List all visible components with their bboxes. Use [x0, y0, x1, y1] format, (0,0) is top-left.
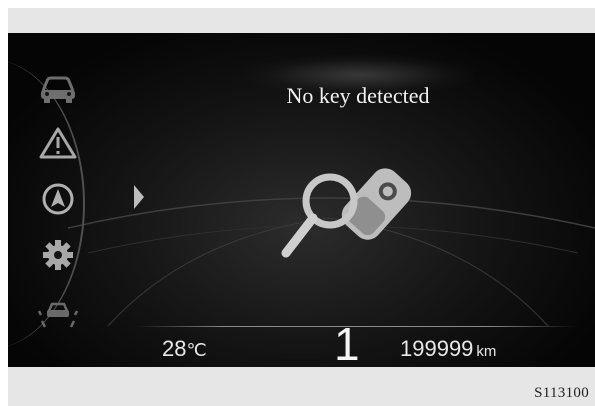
gear-indicator: 1: [334, 318, 360, 367]
navigation-icon[interactable]: [38, 182, 78, 216]
top-margin-band: [8, 8, 595, 33]
figure-reference-code: S113100: [534, 385, 589, 401]
odometer-value: 199999: [400, 336, 474, 361]
odometer: 199999 km: [400, 336, 496, 362]
temperature-value: 28: [162, 336, 187, 361]
instrument-cluster-screen: No key detected 28℃ 1 199999 km: [8, 33, 595, 367]
bottom-margin-band: [8, 367, 595, 406]
outside-temperature: 28℃: [162, 336, 207, 362]
selection-arrow-icon: [134, 185, 144, 209]
lane-assist-icon[interactable]: [38, 295, 78, 329]
warning-message: No key detected: [286, 83, 430, 108]
temperature-unit: ℃: [186, 340, 207, 360]
no-key-detected-icon: [281, 168, 412, 258]
warning-triangle-icon[interactable]: [38, 126, 78, 160]
odometer-unit: km: [476, 343, 497, 360]
settings-gear-icon[interactable]: [38, 238, 78, 272]
car-icon[interactable]: [38, 71, 78, 105]
